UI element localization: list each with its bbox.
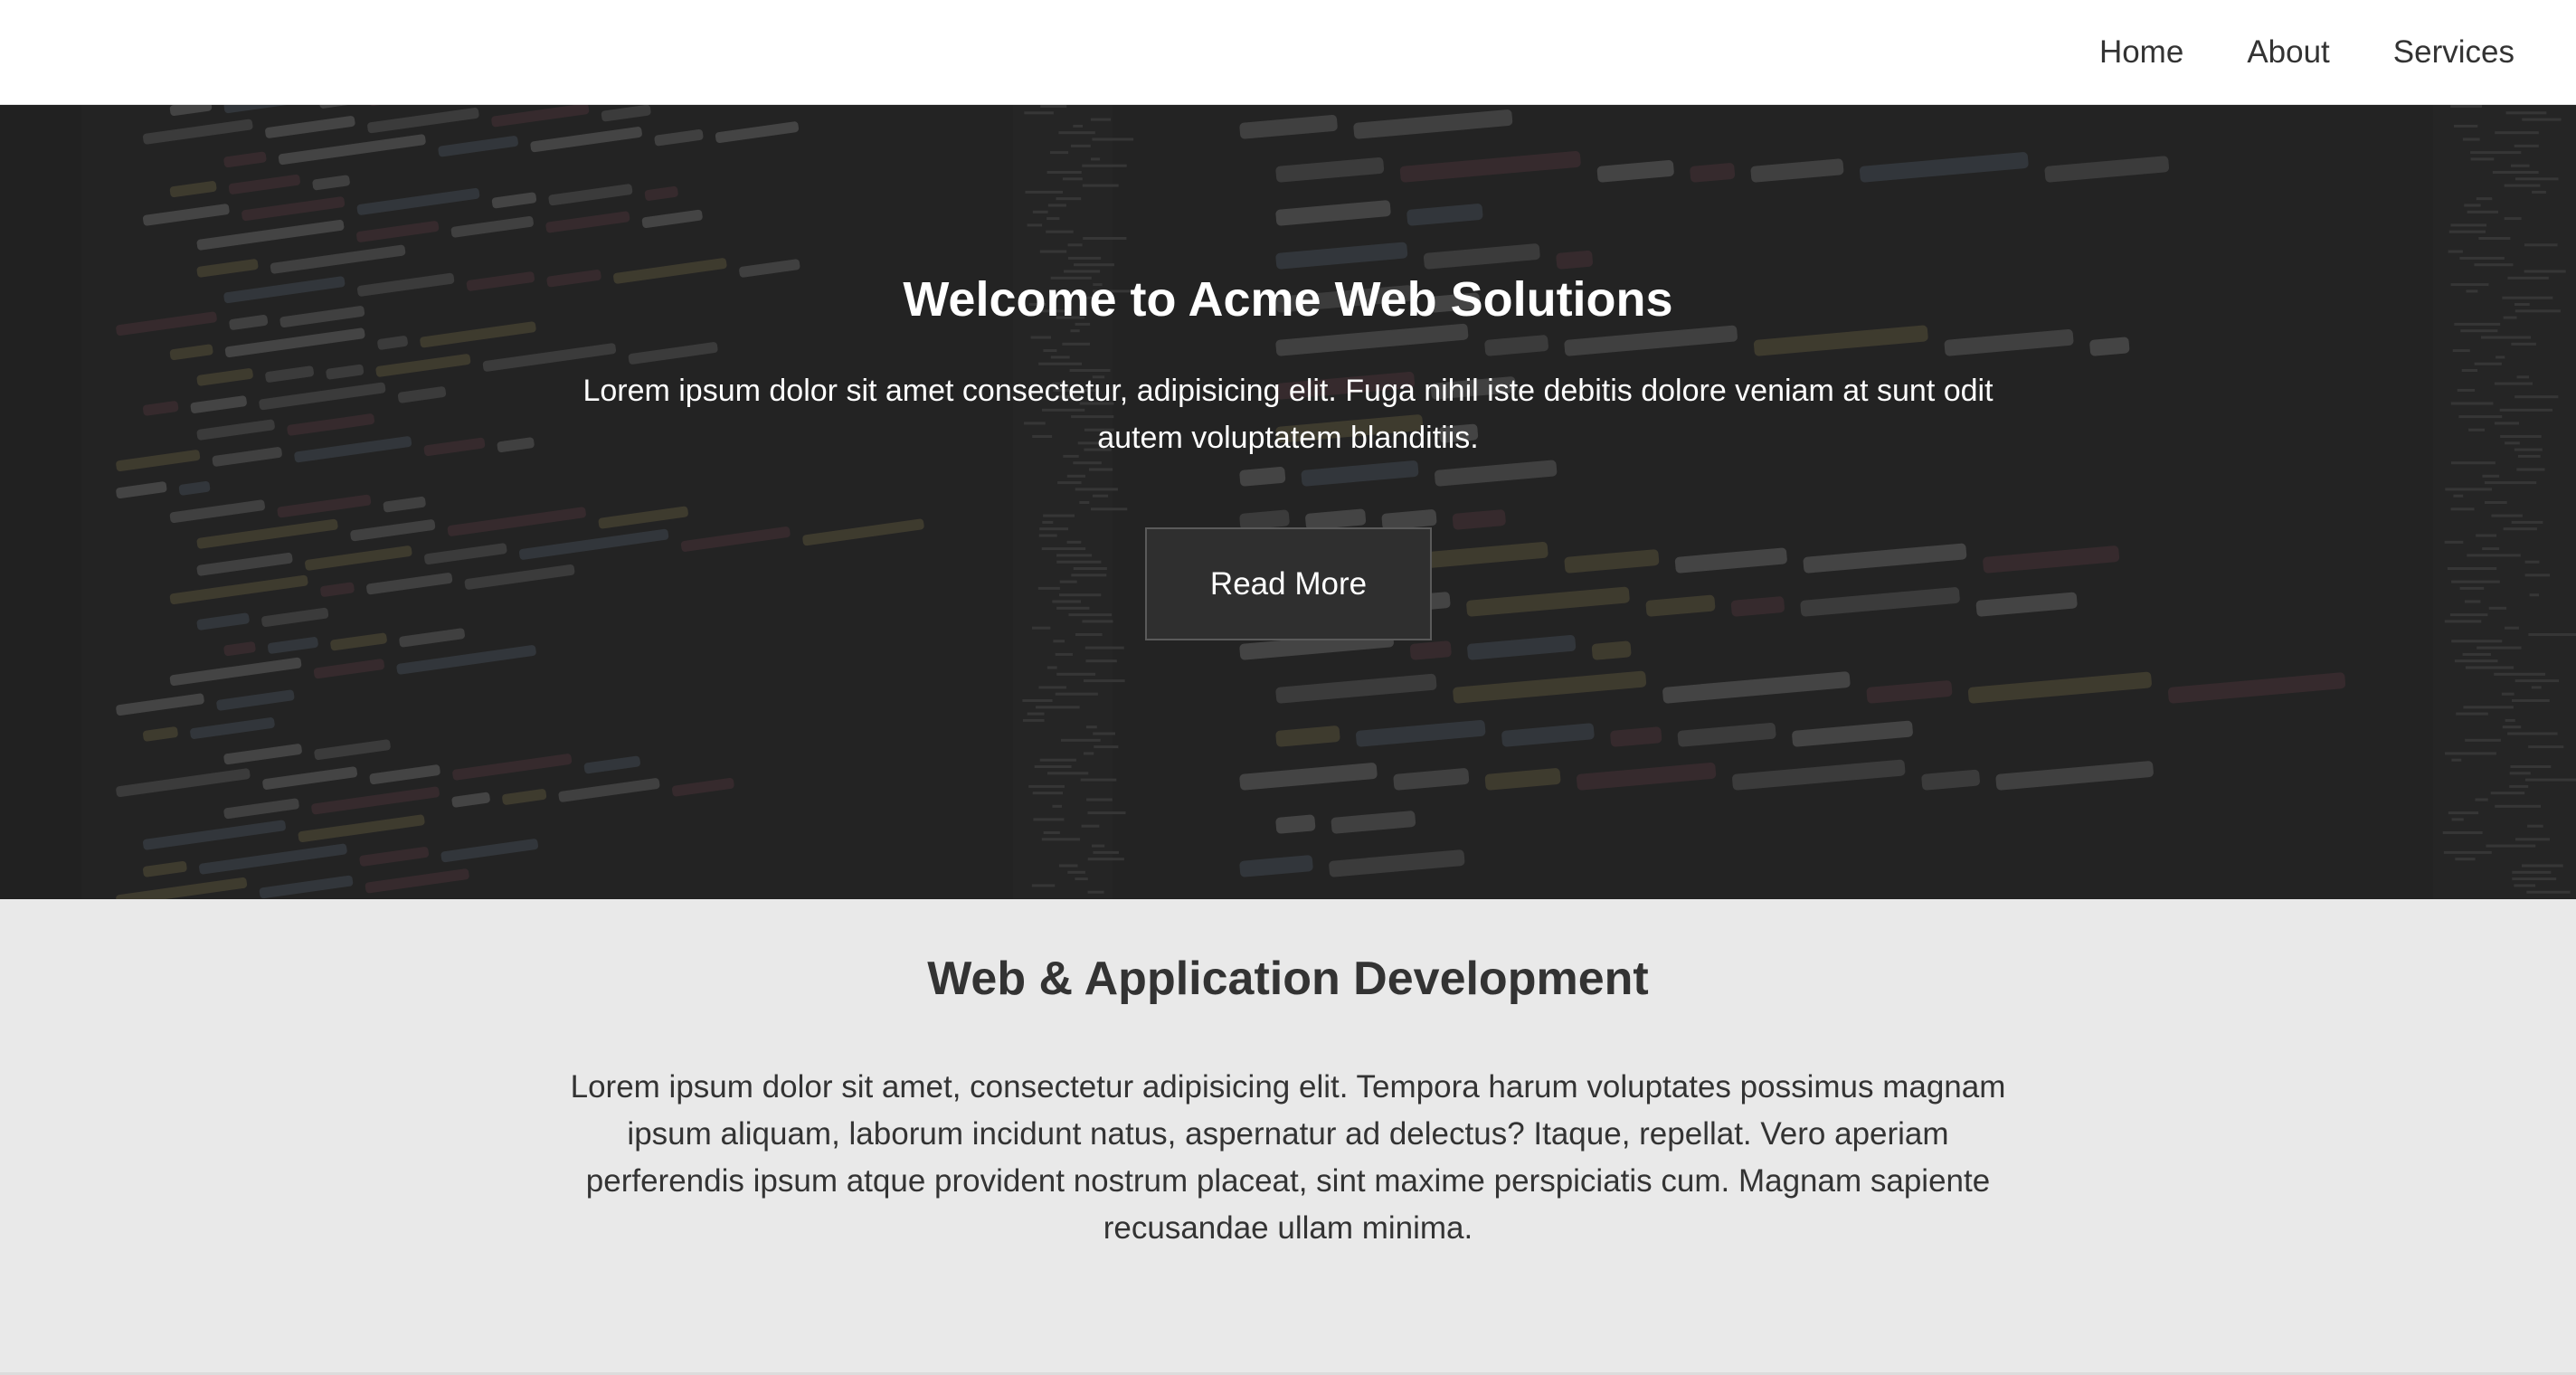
nav-link-about[interactable]: About xyxy=(2215,0,2361,105)
top-navbar: Home About Services xyxy=(0,0,2576,105)
hero-text: Lorem ipsum dolor sit amet consectetur, … xyxy=(582,374,1994,455)
nav-link-home[interactable]: Home xyxy=(2068,0,2215,105)
hero-section: Welcome to Acme Web Solutions Lorem ipsu… xyxy=(0,105,2576,899)
section-title: Web & Application Development xyxy=(927,953,1649,1005)
services-section: Web & Application Development Lorem ipsu… xyxy=(0,899,2576,1375)
read-more-button[interactable]: Read More xyxy=(1145,527,1432,640)
section-text: Lorem ipsum dolor sit amet, consectetur … xyxy=(570,1069,2006,1246)
hero-title: Welcome to Acme Web Solutions xyxy=(903,272,1673,327)
hero-content: Welcome to Acme Web Solutions Lorem ipsu… xyxy=(0,105,2576,899)
nav-link-services[interactable]: Services xyxy=(2362,0,2514,105)
nav-links: Home About Services xyxy=(2068,0,2514,105)
